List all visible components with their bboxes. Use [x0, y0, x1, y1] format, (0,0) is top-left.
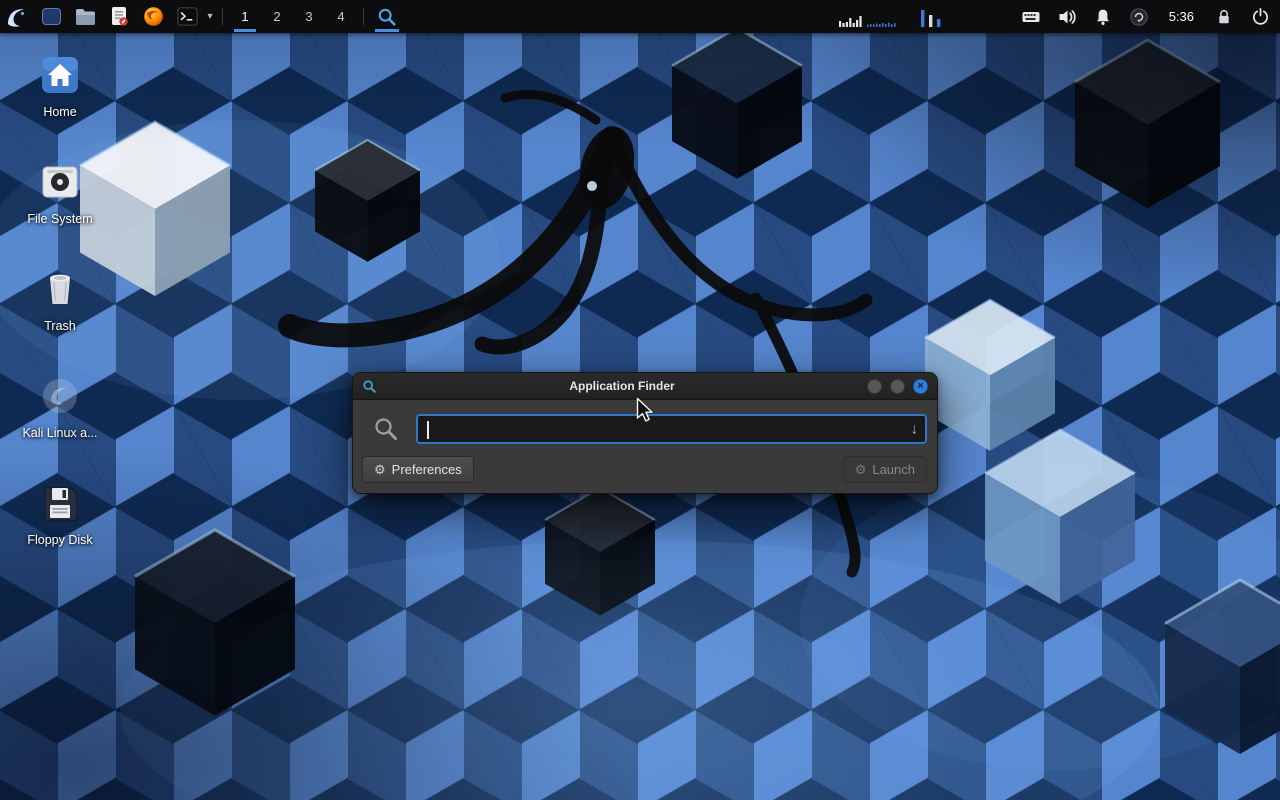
terminal-app-icon	[42, 8, 61, 25]
kali-linux-ghost-icon	[39, 375, 81, 417]
trash-icon	[39, 268, 81, 310]
launcher-console[interactable]	[170, 0, 204, 33]
window-controls: ×	[867, 379, 928, 394]
workspace-3-button[interactable]: 3	[293, 0, 325, 33]
power-icon	[1251, 7, 1270, 26]
desktop-icon-label: Home	[43, 105, 76, 119]
workspace-4-button[interactable]: 4	[325, 0, 357, 33]
home-icon	[39, 54, 81, 96]
launch-button[interactable]: ⚙ Launch	[843, 456, 927, 483]
text-caret	[427, 421, 429, 439]
dropdown-arrow-icon[interactable]: ↓	[911, 421, 919, 438]
text-editor-icon	[110, 6, 129, 27]
panel-left-cluster: ▾ 1 2 3 4	[0, 0, 404, 33]
appfinder-task-icon	[377, 7, 397, 27]
desktop-icon-label: File System	[27, 212, 92, 226]
kali-logo-icon	[5, 5, 29, 29]
mouse-cursor	[636, 397, 656, 425]
desktop-icon-floppy-disk[interactable]: Floppy Disk	[12, 470, 108, 577]
desktop-icon-trash[interactable]: Trash	[12, 256, 108, 363]
desktop-icon-file-system[interactable]: File System	[12, 149, 108, 256]
desktop-icon-column: Home File System Trash	[12, 42, 108, 577]
desktop-icon-kali-linux[interactable]: Kali Linux a...	[12, 363, 108, 470]
panel-right-cluster: 5:36	[837, 0, 1280, 33]
desktop-icon-label: Trash	[44, 319, 76, 333]
tray-power[interactable]	[1250, 7, 1270, 27]
titlebar[interactable]: Application Finder ×	[353, 373, 937, 400]
desktop: ▾ 1 2 3 4	[0, 0, 1280, 800]
search-input[interactable]: ↓	[416, 414, 927, 444]
minimize-button[interactable]	[867, 379, 882, 394]
console-icon	[177, 7, 198, 26]
taskbar-appfinder-button[interactable]	[370, 0, 404, 33]
panel-separator	[222, 8, 223, 25]
tray-keyboard[interactable]	[1021, 7, 1041, 27]
tray-volume[interactable]	[1057, 7, 1077, 27]
launch-label: Launch	[872, 462, 915, 477]
launcher-caret-icon[interactable]: ▾	[204, 0, 216, 33]
tray-notifications[interactable]	[1093, 7, 1113, 27]
launcher-firefox[interactable]	[136, 0, 170, 33]
launch-icon: ⚙	[855, 462, 867, 478]
panel-separator-2	[363, 8, 364, 25]
launcher-file-manager[interactable]	[68, 0, 102, 33]
kali-menu-button[interactable]	[0, 0, 34, 33]
desktop-icon-label: Kali Linux a...	[22, 426, 97, 440]
keyboard-icon	[1021, 7, 1041, 27]
close-button[interactable]: ×	[913, 379, 928, 394]
tray-status-circle[interactable]	[1129, 7, 1149, 27]
system-monitor-graph[interactable]	[837, 5, 949, 29]
panel-clock[interactable]: 5:36	[1165, 9, 1198, 24]
application-finder-window: Application Finder × ↓	[352, 372, 938, 494]
preferences-label: Preferences	[392, 462, 462, 477]
workspace-1-button[interactable]: 1	[229, 0, 261, 33]
desktop-icon-label: Floppy Disk	[27, 533, 92, 547]
top-panel: ▾ 1 2 3 4	[0, 0, 1280, 33]
tray-screenlock[interactable]	[1214, 7, 1234, 27]
preferences-button[interactable]: ⚙ Preferences	[362, 456, 474, 483]
search-icon	[373, 416, 399, 442]
gear-icon: ⚙	[374, 462, 386, 478]
file-manager-icon	[75, 8, 96, 26]
status-circle-icon	[1129, 7, 1149, 27]
volume-icon	[1057, 7, 1077, 27]
launcher-terminal-app[interactable]	[34, 0, 68, 33]
close-icon: ×	[917, 381, 923, 392]
bell-icon	[1093, 7, 1113, 27]
desktop-icon-home[interactable]: Home	[12, 42, 108, 149]
file-system-icon	[39, 161, 81, 203]
firefox-icon	[143, 6, 164, 27]
maximize-button[interactable]	[890, 379, 905, 394]
button-row: ⚙ Preferences ⚙ Launch	[353, 444, 937, 493]
floppy-disk-icon	[39, 482, 81, 524]
window-title: Application Finder	[383, 379, 861, 393]
window-title-icon	[362, 379, 377, 394]
cpu-graph-icon	[837, 5, 949, 29]
workspace-2-button[interactable]: 2	[261, 0, 293, 33]
lock-icon	[1215, 8, 1233, 26]
launcher-text-editor[interactable]	[102, 0, 136, 33]
